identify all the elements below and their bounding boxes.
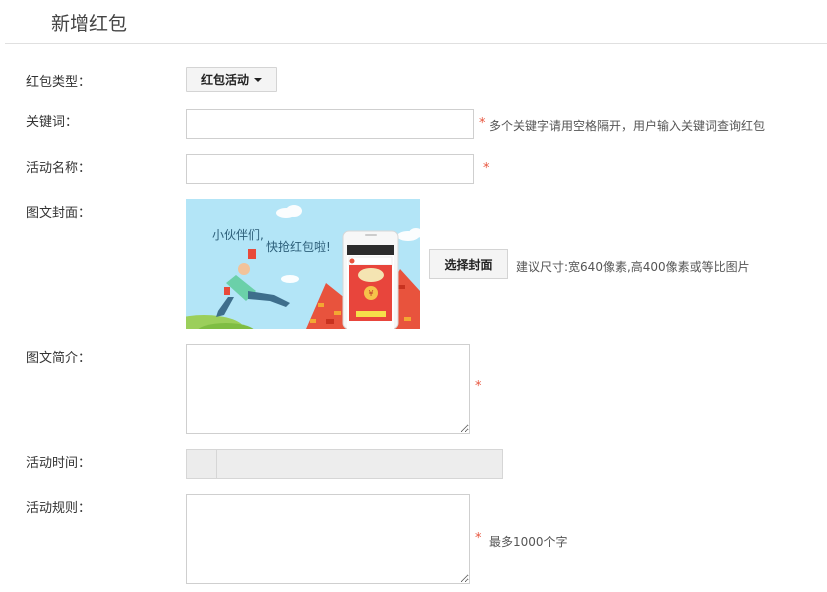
keywords-required-mark: * bbox=[479, 116, 486, 131]
cover-image: ¥ 小伙伴们, 快抢红包啦! bbox=[186, 199, 420, 329]
cover-illustration: ¥ 小伙伴们, 快抢红包啦! bbox=[186, 199, 420, 329]
time-label: 活动时间： bbox=[26, 456, 92, 471]
header-divider bbox=[5, 43, 827, 44]
time-field-addon bbox=[187, 450, 217, 478]
cover-text-line1: 小伙伴们, bbox=[212, 227, 264, 242]
activity-name-required-mark: * bbox=[483, 161, 490, 176]
rules-textarea[interactable] bbox=[186, 494, 470, 584]
intro-required-mark: * bbox=[475, 379, 482, 394]
page-header: 新增红包 bbox=[0, 0, 827, 44]
intro-label: 图文简介： bbox=[26, 351, 92, 366]
cover-label: 图文封面： bbox=[26, 206, 92, 221]
page-title: 新增红包 bbox=[51, 13, 128, 35]
type-dropdown-value: 红包活动 bbox=[200, 73, 249, 87]
rules-label: 活动规则： bbox=[26, 501, 92, 516]
caret-down-icon bbox=[254, 77, 262, 82]
rules-required-mark: * bbox=[475, 531, 482, 546]
activity-name-input[interactable] bbox=[186, 154, 474, 184]
intro-textarea[interactable] bbox=[186, 344, 470, 434]
type-label: 红包类型： bbox=[26, 75, 92, 90]
type-dropdown-button[interactable]: 红包活动 bbox=[186, 67, 277, 92]
activity-time-field[interactable] bbox=[186, 449, 503, 479]
keywords-input[interactable] bbox=[186, 109, 474, 139]
cover-size-hint: 建议尺寸:宽640像素,高400像素或等比图片 bbox=[516, 260, 750, 274]
activity-name-label: 活动名称： bbox=[26, 161, 92, 176]
select-cover-button[interactable]: 选择封面 bbox=[429, 249, 508, 279]
cover-text-line2: 快抢红包啦! bbox=[266, 239, 331, 254]
keywords-label: 关键词： bbox=[26, 115, 79, 130]
keywords-hint: 多个关键字请用空格隔开，用户输入关键词查询红包 bbox=[489, 119, 766, 133]
svg-text:¥: ¥ bbox=[368, 289, 373, 298]
rules-hint: 最多1000个字 bbox=[489, 535, 568, 549]
